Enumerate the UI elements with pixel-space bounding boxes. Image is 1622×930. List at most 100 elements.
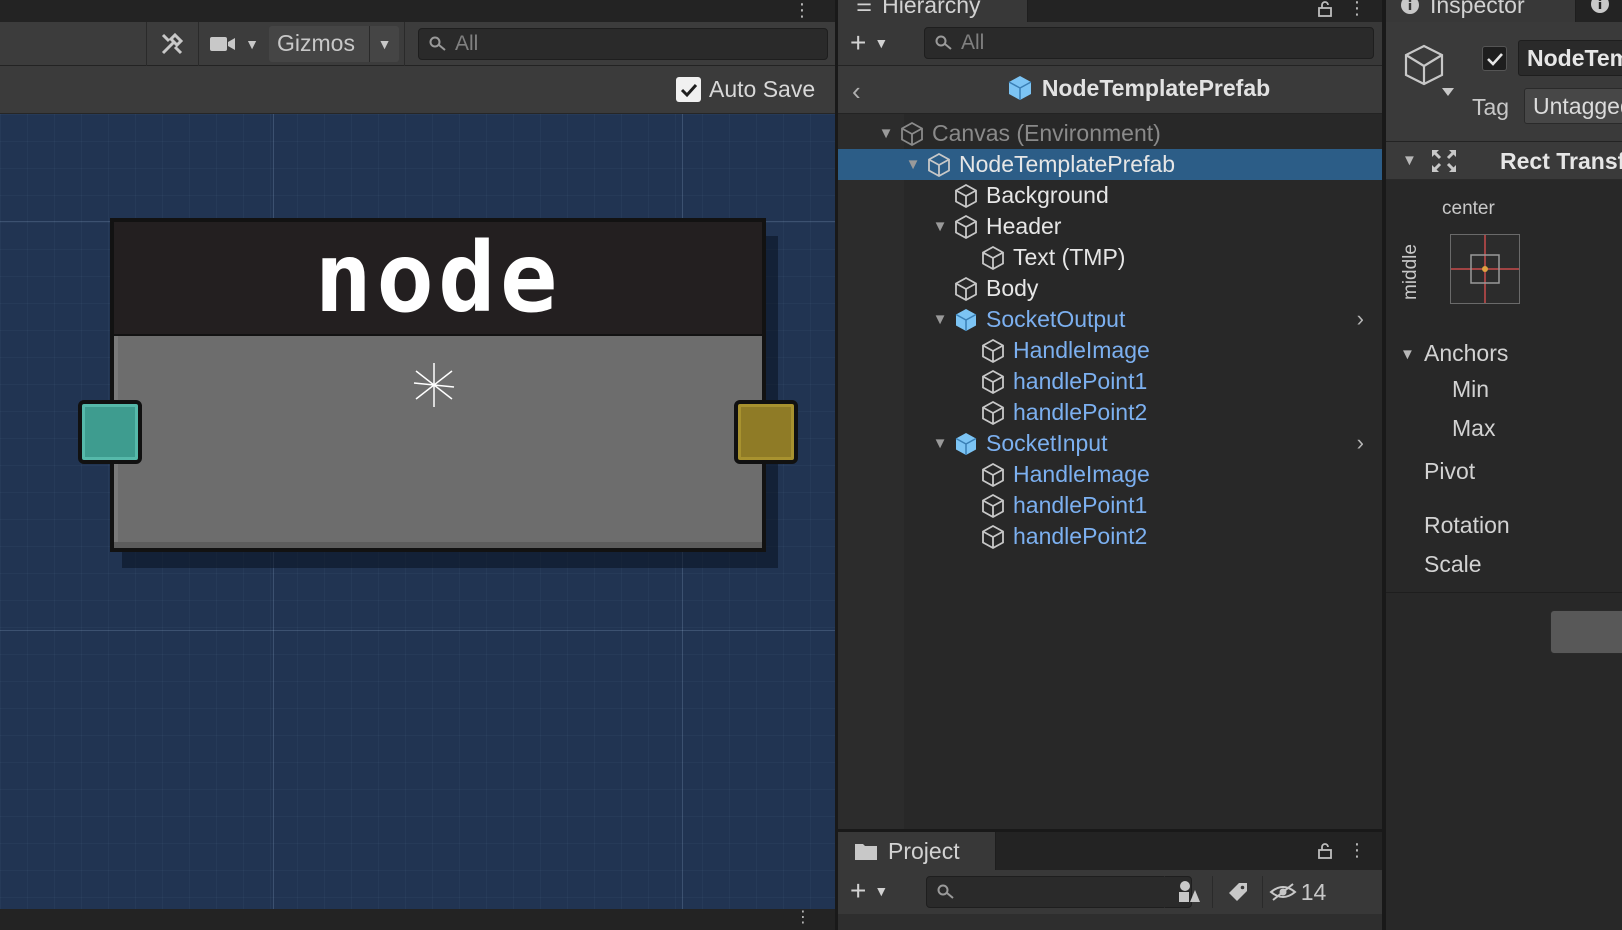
lock-icon[interactable] bbox=[1316, 842, 1334, 860]
gizmos-button[interactable]: Gizmos ▼ bbox=[269, 26, 399, 62]
eye-slash-icon bbox=[1269, 883, 1297, 901]
chevron-down-icon: ▼ bbox=[377, 36, 392, 52]
tools-toggle-button[interactable] bbox=[152, 26, 192, 62]
chevron-left-icon[interactable]: ‹ bbox=[852, 76, 861, 107]
hierarchy-row-label: SocketOutput bbox=[986, 306, 1126, 332]
socket-output-handle[interactable] bbox=[734, 400, 798, 464]
rect-transform-icon bbox=[1431, 149, 1457, 173]
scene-search-input[interactable]: All bbox=[418, 28, 828, 60]
hierarchy-row[interactable]: ▼ Canvas (Environment) bbox=[838, 118, 1382, 149]
hierarchy-row-label: Header bbox=[986, 213, 1062, 239]
add-component-button[interactable] bbox=[1550, 610, 1622, 654]
anchors-label[interactable]: Anchors bbox=[1424, 340, 1508, 367]
hierarchy-row[interactable]: Body bbox=[838, 273, 1382, 304]
scene-tabbar: ⋮ bbox=[0, 0, 835, 22]
prefab-breadcrumb: ‹ NodeTemplatePrefab bbox=[838, 66, 1382, 114]
foldout-arrow-icon[interactable]: ▼ bbox=[903, 149, 923, 180]
cube-outline-icon bbox=[982, 493, 1004, 519]
rect-transform-header[interactable]: ▼ Rect Transform bbox=[1386, 142, 1622, 180]
node-title: node bbox=[314, 222, 562, 334]
auto-save-label: Auto Save bbox=[709, 76, 816, 102]
prefab-mode-bar: Auto Save bbox=[0, 66, 835, 114]
chevron-down-icon: ▼ bbox=[874, 35, 889, 51]
cube-outline-icon bbox=[982, 338, 1004, 364]
lock-icon[interactable] bbox=[1316, 0, 1334, 18]
hierarchy-menu-icon[interactable]: ⋮ bbox=[1348, 0, 1366, 19]
tag-dropdown[interactable]: Untagged bbox=[1524, 88, 1622, 124]
toolbar-separator bbox=[198, 22, 199, 66]
gizmos-label: Gizmos bbox=[277, 30, 355, 56]
grid-line bbox=[0, 630, 835, 631]
scene-search-placeholder: All bbox=[455, 32, 479, 55]
cube-outline-icon bbox=[955, 214, 977, 240]
search-icon bbox=[429, 36, 446, 51]
auto-save-checkbox[interactable] bbox=[676, 77, 701, 102]
foldout-arrow-icon[interactable]: ▼ bbox=[1402, 152, 1417, 169]
camera-settings-button[interactable]: ▼ bbox=[204, 26, 264, 62]
hierarchy-row-label: handlePoint2 bbox=[1013, 399, 1148, 425]
gameobject-cube-icon[interactable] bbox=[1400, 42, 1456, 100]
tab-project[interactable]: Project bbox=[838, 832, 996, 870]
filter-by-label-button[interactable] bbox=[1212, 876, 1262, 908]
cube-outline-icon bbox=[982, 369, 1004, 395]
hierarchy-row[interactable]: HandleImage bbox=[838, 335, 1382, 366]
panel-menu-icon[interactable]: ⋮ bbox=[795, 907, 811, 927]
tab-inspector[interactable]: Inspector bbox=[1386, 0, 1576, 22]
cube-outline-icon bbox=[982, 524, 1004, 550]
hierarchy-row-label: SocketInput bbox=[986, 430, 1108, 456]
create-asset-button[interactable]: + ▼ bbox=[850, 876, 888, 906]
camera-icon bbox=[210, 37, 236, 51]
gizmos-dropdown-button[interactable]: ▼ bbox=[369, 26, 399, 62]
hierarchy-row[interactable]: handlePoint2 bbox=[838, 521, 1382, 552]
object-name-field[interactable]: NodeTemplatePrefab bbox=[1518, 40, 1622, 76]
hierarchy-search-input[interactable]: All bbox=[924, 27, 1374, 59]
foldout-arrow-icon[interactable]: ▼ bbox=[876, 118, 896, 149]
chevron-right-icon[interactable]: › bbox=[1357, 430, 1364, 456]
cube-outline-icon bbox=[955, 183, 977, 209]
project-tab-tools: ⋮ bbox=[1316, 840, 1366, 861]
foldout-arrow-icon[interactable]: ▼ bbox=[930, 211, 950, 242]
inspector-tab-label: Inspector bbox=[1430, 0, 1525, 18]
prefab-cube-icon bbox=[955, 433, 977, 455]
prefab-title-group: NodeTemplatePrefab bbox=[968, 74, 1308, 102]
anchor-preset-button[interactable] bbox=[1450, 234, 1520, 304]
hierarchy-row[interactable]: ▼ NodeTemplatePrefab bbox=[838, 149, 1382, 180]
create-button[interactable]: + ▼ bbox=[850, 28, 888, 58]
scene-view[interactable]: node bbox=[0, 114, 835, 909]
search-icon bbox=[937, 884, 954, 899]
auto-save-toggle[interactable]: Auto Save bbox=[676, 76, 815, 103]
foldout-arrow-icon[interactable]: ▼ bbox=[930, 428, 950, 459]
socket-input-handle[interactable] bbox=[78, 400, 142, 464]
hierarchy-row[interactable]: ▼ SocketOutput › bbox=[838, 304, 1382, 335]
hierarchy-row[interactable]: Background bbox=[838, 180, 1382, 211]
hierarchy-row-label: NodeTemplatePrefab bbox=[959, 151, 1176, 177]
hierarchy-tab-tools: ⋮ bbox=[1316, 0, 1366, 19]
filter-by-type-button[interactable] bbox=[1164, 876, 1212, 908]
hierarchy-search-placeholder: All bbox=[961, 31, 985, 54]
anchors-foldout-icon[interactable]: ▼ bbox=[1400, 346, 1415, 363]
hierarchy-row[interactable]: ▼ SocketInput › bbox=[838, 428, 1382, 459]
cube-outline-icon bbox=[928, 152, 950, 178]
foldout-arrow-icon[interactable]: ▼ bbox=[930, 304, 950, 335]
hierarchy-row[interactable]: Text (TMP) bbox=[838, 242, 1382, 273]
project-search-input[interactable] bbox=[926, 876, 1192, 908]
info-icon[interactable] bbox=[1590, 0, 1610, 14]
scene-menu-icon[interactable]: ⋮ bbox=[793, 0, 811, 21]
hierarchy-row-label: handlePoint2 bbox=[1013, 523, 1148, 549]
node-header[interactable]: node bbox=[110, 218, 766, 338]
hierarchy-row[interactable]: handlePoint2 bbox=[838, 397, 1382, 428]
checkmark-icon bbox=[680, 83, 697, 97]
active-checkbox[interactable] bbox=[1482, 46, 1507, 71]
search-icon bbox=[935, 35, 952, 50]
hierarchy-row[interactable]: ▼ Header bbox=[838, 211, 1382, 242]
hierarchy-tab-label: Hierarchy bbox=[882, 0, 981, 18]
tab-hierarchy[interactable]: ☰ Hierarchy bbox=[838, 0, 1028, 22]
hierarchy-row[interactable]: HandleImage bbox=[838, 459, 1382, 490]
list-icon: ☰ bbox=[856, 0, 873, 15]
hidden-packages-toggle[interactable]: 14 bbox=[1262, 876, 1332, 908]
hierarchy-row[interactable]: handlePoint1 bbox=[838, 490, 1382, 521]
project-menu-icon[interactable]: ⋮ bbox=[1348, 840, 1366, 861]
chevron-right-icon[interactable]: › bbox=[1357, 306, 1364, 332]
hierarchy-row[interactable]: handlePoint1 bbox=[838, 366, 1382, 397]
pivot-gizmo-icon[interactable] bbox=[410, 361, 458, 409]
